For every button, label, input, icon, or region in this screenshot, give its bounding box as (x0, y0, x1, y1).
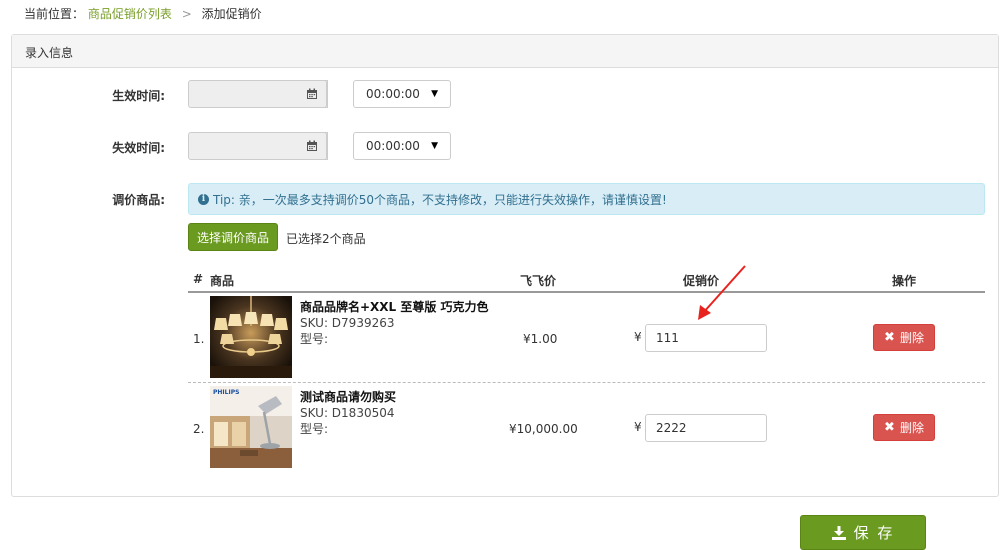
breadcrumb-current: 添加促销价 (201, 7, 262, 21)
download-icon (831, 525, 846, 540)
delete-label: 删除 (899, 331, 924, 345)
table-header-divider (188, 291, 985, 293)
currency-symbol: ¥ (634, 420, 642, 434)
breadcrumb: 当前位置： 商品促销价列表 > 添加促销价 (24, 5, 262, 22)
tip-alert: i Tip: 亲，一次最多支持调价50个商品，不支持修改，只能进行失效操作，请谨… (188, 183, 985, 215)
chandelier-image (210, 296, 292, 378)
product-sku: SKU: D1830504 (300, 406, 395, 420)
column-product-header: 商品 (210, 274, 235, 288)
info-icon: i (198, 193, 209, 205)
column-index-header: # (193, 272, 204, 286)
effective-calendar-button[interactable] (297, 80, 327, 108)
column-action-header: 操作 (892, 274, 917, 288)
row-index: 1. (193, 332, 205, 346)
panel-title: 录入信息 (12, 35, 998, 68)
effective-time-select[interactable]: 00:00:00 ▼ (353, 80, 451, 108)
row-index: 2. (193, 422, 205, 436)
products-label: 调价商品: (112, 193, 165, 207)
column-price-header: 飞飞价 (520, 274, 557, 288)
calendar-icon (306, 88, 317, 99)
desk-lamp-image: PHILIPS (210, 386, 292, 468)
expire-time-value: 00:00:00 (366, 139, 420, 153)
expire-time-select[interactable]: 00:00:00 ▼ (353, 132, 451, 160)
breadcrumb-link-promo-list[interactable]: 商品促销价列表 (88, 7, 172, 21)
delete-label: 删除 (899, 421, 924, 435)
expire-time-label: 失效时间: (112, 141, 165, 155)
product-sku: SKU: D7939263 (300, 316, 395, 330)
tip-text: Tip: 亲，一次最多支持调价50个商品，不支持修改，只能进行失效操作，请谨慎设… (213, 192, 667, 207)
chevron-down-icon: ▼ (431, 141, 438, 151)
breadcrumb-separator: > (181, 7, 192, 21)
product-name: 商品品牌名+XXL 至尊版 巧克力色 (300, 300, 489, 314)
breadcrumb-prefix: 当前位置： (24, 7, 85, 21)
product-name: 测试商品请勿购买 (300, 390, 397, 404)
product-model: 型号: (300, 332, 329, 346)
currency-symbol: ¥ (634, 330, 642, 344)
promo-price-input[interactable]: 111 (645, 324, 767, 352)
save-label: 保 存 (853, 524, 895, 542)
brand-logo: PHILIPS (213, 389, 240, 396)
promo-price-input[interactable]: 2222 (645, 414, 767, 442)
calendar-icon (306, 140, 317, 151)
chevron-down-icon: ▼ (431, 89, 438, 99)
selected-count: 已选择2个商品 (286, 232, 366, 246)
close-icon: ✖ (884, 330, 895, 345)
effective-time-value: 00:00:00 (366, 87, 420, 101)
save-button[interactable]: 保 存 (800, 515, 926, 550)
product-price: ¥10,000.00 (509, 422, 578, 436)
product-model: 型号: (300, 422, 329, 436)
select-products-button[interactable]: 选择调价商品 (188, 223, 278, 251)
expire-calendar-button[interactable] (297, 132, 327, 160)
product-price: ¥1.00 (523, 332, 558, 346)
close-icon: ✖ (884, 420, 895, 435)
delete-button[interactable]: ✖ 删除 (873, 324, 935, 351)
column-promo-price-header: 促销价 (683, 274, 720, 288)
delete-button[interactable]: ✖ 删除 (873, 414, 935, 441)
row-divider (188, 382, 985, 383)
effective-time-label: 生效时间: (112, 89, 165, 103)
